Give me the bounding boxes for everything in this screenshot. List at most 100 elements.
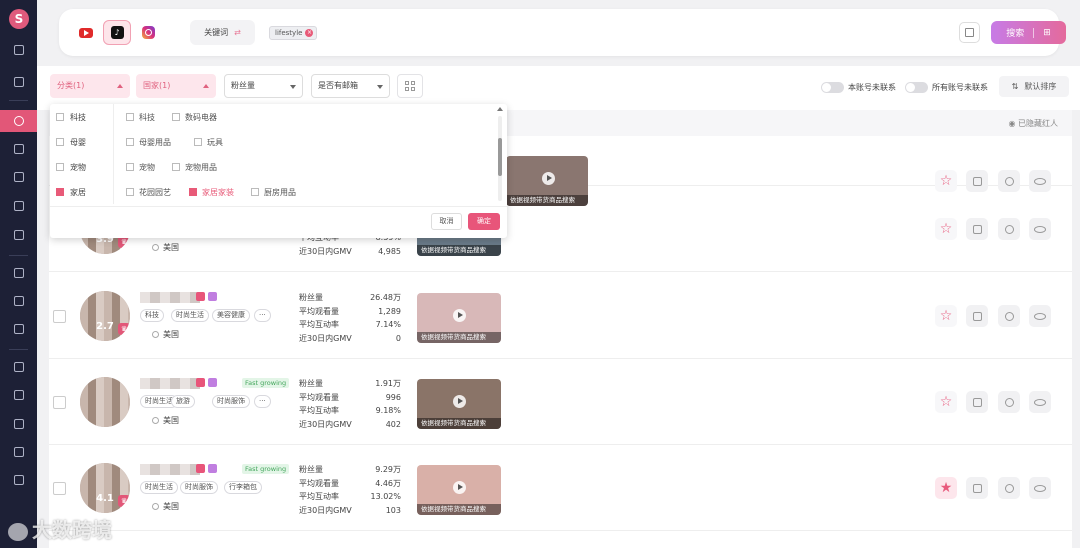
category-l1-option[interactable]: 科技 xyxy=(56,112,86,123)
sidebar-item-chart[interactable] xyxy=(0,71,37,93)
category-l1-option[interactable]: 家居 xyxy=(56,187,86,198)
category-sub-option[interactable]: 宠物 xyxy=(126,162,155,173)
sidebar-item-profile[interactable] xyxy=(0,413,37,435)
category-sub-option[interactable]: 玩具 xyxy=(194,137,223,148)
scrollbar-thumb[interactable] xyxy=(498,138,502,176)
category-tag[interactable]: 旅游 xyxy=(171,395,195,408)
contact-button[interactable] xyxy=(998,477,1020,499)
category-sub-option[interactable]: 宠物用品 xyxy=(172,162,217,173)
checkbox[interactable] xyxy=(56,113,64,121)
row-checkbox[interactable] xyxy=(53,310,66,323)
influencer-name[interactable] xyxy=(140,378,200,389)
sidebar-item-document[interactable] xyxy=(0,224,37,246)
category-tag[interactable]: 美容健康 xyxy=(212,309,250,322)
keyword-selector[interactable]: 关键词 ⇄ xyxy=(190,20,255,45)
category-sub-option[interactable]: 厨房用品 xyxy=(251,187,296,198)
favorite-button[interactable]: ★ xyxy=(935,477,957,499)
influencer-name[interactable] xyxy=(140,292,200,303)
hide-button[interactable] xyxy=(1029,391,1051,413)
search-tag[interactable]: lifestyle × xyxy=(269,26,318,40)
row-checkbox[interactable] xyxy=(53,482,66,495)
sidebar-item-diamond[interactable] xyxy=(0,356,37,378)
category-sub-option[interactable]: 家居家装 xyxy=(189,187,234,198)
category-tag[interactable]: 科技 xyxy=(140,309,164,322)
contact-button[interactable] xyxy=(998,218,1020,240)
platform-tiktok[interactable]: ♪ xyxy=(103,20,131,45)
category-sub-option[interactable]: 花园园艺 xyxy=(126,187,171,198)
category-sub-option[interactable]: 母婴用品 xyxy=(126,137,171,148)
category-filter[interactable]: 分类(1) xyxy=(50,74,130,98)
checkbox[interactable] xyxy=(56,138,64,146)
checkbox[interactable] xyxy=(194,138,202,146)
search-button[interactable]: 搜索 ⊞ xyxy=(991,21,1066,44)
close-icon[interactable]: × xyxy=(305,29,314,37)
stat-row: 平均观看量 996 xyxy=(299,391,401,405)
sidebar-item-user-settings[interactable] xyxy=(0,318,37,340)
followers-filter[interactable]: 粉丝量 xyxy=(224,74,303,98)
sort-button[interactable]: ⇅ 默认排序 xyxy=(999,76,1069,97)
checkbox[interactable] xyxy=(126,188,134,196)
video-thumbnail[interactable]: 依据视频带货商品搜索 xyxy=(417,293,501,343)
sidebar-item-user[interactable] xyxy=(0,138,37,160)
video-thumbnail[interactable]: 依据视频带货商品搜索 xyxy=(417,379,501,429)
save-search-button[interactable] xyxy=(959,22,980,43)
category-sub-option[interactable]: 数码电器 xyxy=(172,112,217,123)
layout-toggle-button[interactable] xyxy=(397,74,423,98)
avatar[interactable]: 2.7 ♛ xyxy=(80,291,130,341)
checkbox[interactable] xyxy=(56,188,64,196)
confirm-button[interactable]: 确定 xyxy=(468,213,500,230)
checkbox[interactable] xyxy=(251,188,259,196)
sidebar-item-influencer-search[interactable] xyxy=(0,110,37,132)
sidebar-item-folder[interactable] xyxy=(0,290,37,312)
not-contacted-toggle[interactable] xyxy=(821,82,844,93)
platform-youtube[interactable] xyxy=(72,20,100,45)
contact-button[interactable] xyxy=(998,391,1020,413)
checkbox[interactable] xyxy=(172,163,180,171)
favorite-button[interactable]: ☆ xyxy=(935,391,957,413)
add-note-button[interactable] xyxy=(966,218,988,240)
category-tag[interactable]: 时尚服饰 xyxy=(212,395,250,408)
sidebar-item-location[interactable] xyxy=(0,469,37,491)
category-tag[interactable]: 时尚服饰 xyxy=(180,481,218,494)
sidebar-item-download[interactable] xyxy=(0,39,37,61)
category-l1-option[interactable]: 宠物 xyxy=(56,162,86,173)
row-checkbox[interactable] xyxy=(53,396,66,409)
category-l1-option[interactable]: 母婴 xyxy=(56,137,86,148)
avatar[interactable]: 4.1 ♛ xyxy=(80,463,130,513)
hide-button[interactable] xyxy=(1029,305,1051,327)
category-tag[interactable]: 时尚生活 xyxy=(171,309,209,322)
platform-instagram[interactable] xyxy=(134,20,162,45)
avatar[interactable] xyxy=(80,377,130,427)
checkbox[interactable] xyxy=(126,138,134,146)
sidebar-item-link[interactable] xyxy=(0,441,37,463)
hide-button[interactable] xyxy=(1029,477,1051,499)
sidebar-item-wallet[interactable] xyxy=(0,195,37,217)
contact-button[interactable] xyxy=(998,305,1020,327)
favorite-button[interactable]: ☆ xyxy=(935,305,957,327)
sidebar-item-cube[interactable] xyxy=(0,262,37,284)
scroll-up-icon[interactable] xyxy=(497,107,503,111)
category-tag[interactable]: 时尚生活 xyxy=(140,481,178,494)
checkbox[interactable] xyxy=(126,163,134,171)
email-filter[interactable]: 是否有邮箱 xyxy=(311,74,390,98)
category-tag[interactable]: ··· xyxy=(254,395,271,408)
country-filter[interactable]: 国家(1) xyxy=(136,74,216,98)
add-note-button[interactable] xyxy=(966,391,988,413)
all-not-contacted-toggle[interactable] xyxy=(905,82,928,93)
sidebar-item-bar-chart[interactable] xyxy=(0,384,37,406)
influencer-name[interactable] xyxy=(140,464,200,475)
checkbox[interactable] xyxy=(172,113,180,121)
sidebar-item-user-group[interactable] xyxy=(0,166,37,188)
video-thumbnail[interactable]: 依据视频带货商品搜索 xyxy=(417,465,501,515)
add-note-button[interactable] xyxy=(966,305,988,327)
category-tag[interactable]: 行李箱包 xyxy=(224,481,262,494)
category-tag[interactable]: ··· xyxy=(254,309,271,322)
checkbox[interactable] xyxy=(189,188,197,196)
hide-button[interactable] xyxy=(1029,218,1051,240)
favorite-button[interactable]: ☆ xyxy=(935,218,957,240)
category-sub-option[interactable]: 科技 xyxy=(126,112,155,123)
cancel-button[interactable]: 取消 xyxy=(431,213,462,230)
checkbox[interactable] xyxy=(126,113,134,121)
checkbox[interactable] xyxy=(56,163,64,171)
add-note-button[interactable] xyxy=(966,477,988,499)
